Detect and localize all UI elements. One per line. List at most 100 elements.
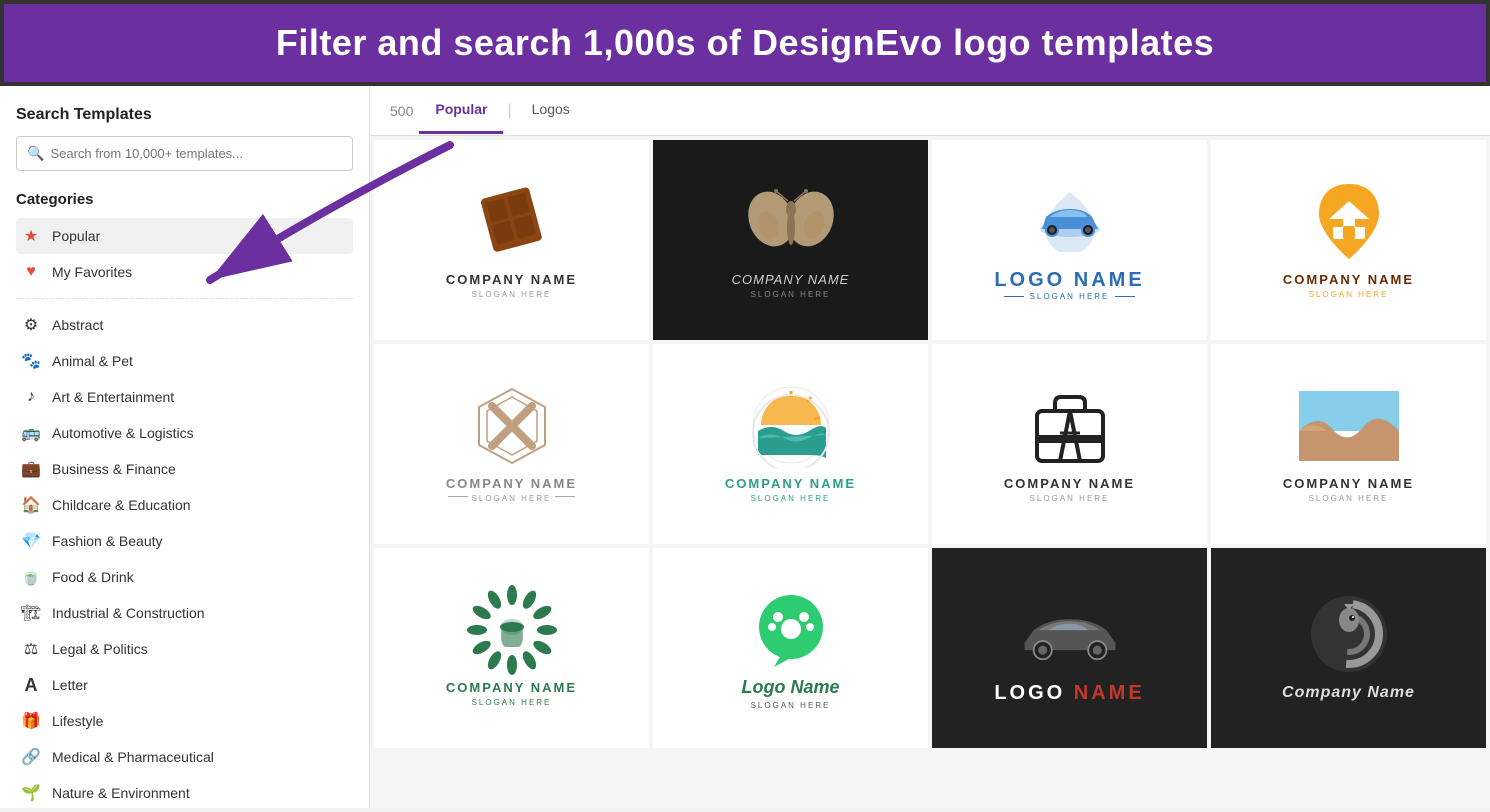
- sidebar-item-label: Lifestyle: [52, 713, 103, 729]
- sidebar-item-label: Letter: [52, 677, 88, 693]
- slogan-1: SLOGAN HERE: [446, 290, 577, 299]
- logo-text-block-12: Company Name: [1282, 684, 1415, 702]
- slogan-2: slogan here: [732, 290, 850, 299]
- logo-visual-3: [1020, 179, 1120, 259]
- art-icon: ♪: [20, 386, 42, 408]
- company-name-3: LOGO NAME: [994, 269, 1144, 292]
- sidebar: Search Templates 🔍 Categories ★ Popular …: [0, 86, 370, 808]
- business-icon: 💼: [20, 458, 42, 480]
- slogan-4: Slogan Here: [1283, 290, 1414, 299]
- company-name-12: Company Name: [1282, 684, 1415, 702]
- slogan-3: SLOGAN HERE: [994, 292, 1144, 301]
- logo-visual-8: [1299, 386, 1399, 466]
- sidebar-item-label: Industrial & Construction: [52, 605, 205, 621]
- sidebar-item-art[interactable]: ♪ Art & Entertainment: [16, 379, 353, 415]
- logo-card-1[interactable]: COMPANY NAME SLOGAN HERE: [374, 140, 649, 340]
- company-name-5: COMPANY NAME: [446, 476, 577, 491]
- logo-visual-9: [462, 590, 562, 670]
- logo-card-5[interactable]: COMPANY NAME SLOGAN HERE: [374, 344, 649, 544]
- slogan-5: SLOGAN HERE: [472, 494, 552, 503]
- fashion-icon: 💎: [20, 530, 42, 552]
- slogan-8: SLOGAN HERE: [1283, 494, 1414, 503]
- logo-text-block-3: LOGO NAME SLOGAN HERE: [994, 269, 1144, 301]
- tab-logos[interactable]: Logos: [516, 87, 586, 134]
- logo-card-7[interactable]: COMPANY NAME SLOGAN HERE: [932, 344, 1207, 544]
- header-title: Filter and search 1,000s of DesignEvo lo…: [34, 22, 1456, 64]
- logo-card-11[interactable]: LOGO NAME: [932, 548, 1207, 748]
- logo-card-8[interactable]: COMPANY NAME SLOGAN HERE: [1211, 344, 1486, 544]
- categories-title: Categories: [16, 191, 353, 208]
- tab-count: 500: [390, 103, 413, 119]
- sidebar-item-food[interactable]: 🍵 Food & Drink: [16, 559, 353, 595]
- favorites-icon: ♥: [20, 261, 42, 283]
- header-banner: Filter and search 1,000s of DesignEvo lo…: [0, 0, 1490, 86]
- logo-card-10[interactable]: Logo Name SLOGAN HERE: [653, 548, 928, 748]
- logo-text-block-1: COMPANY NAME SLOGAN HERE: [446, 272, 577, 299]
- logo-card-3[interactable]: LOGO NAME SLOGAN HERE: [932, 140, 1207, 340]
- sidebar-item-popular[interactable]: ★ Popular: [16, 218, 353, 254]
- logo-text-block-7: COMPANY NAME SLOGAN HERE: [1004, 476, 1135, 503]
- lifestyle-icon: 🎁: [20, 710, 42, 732]
- sidebar-item-legal[interactable]: ⚖ Legal & Politics: [16, 631, 353, 667]
- childcare-icon: 🏠: [20, 494, 42, 516]
- logo-visual-1: [462, 182, 562, 262]
- search-input[interactable]: [50, 146, 342, 161]
- logo-card-4[interactable]: COMPANY NAME Slogan Here: [1211, 140, 1486, 340]
- sidebar-item-business[interactable]: 💼 Business & Finance: [16, 451, 353, 487]
- sidebar-item-label: Automotive & Logistics: [52, 425, 194, 441]
- tab-divider: |: [503, 102, 515, 120]
- company-name-8: COMPANY NAME: [1283, 476, 1414, 491]
- company-name-2: COMPANY NAME: [732, 272, 850, 287]
- sidebar-item-medical[interactable]: 🔗 Medical & Pharmaceutical: [16, 739, 353, 775]
- logo-card-12[interactable]: Company Name: [1211, 548, 1486, 748]
- sidebar-item-lifestyle[interactable]: 🎁 Lifestyle: [16, 703, 353, 739]
- tabs-bar: 500 Popular | Logos: [370, 86, 1490, 136]
- logo-visual-4: [1299, 182, 1399, 262]
- industrial-icon: 🏗: [20, 602, 42, 624]
- company-name-1: COMPANY NAME: [446, 272, 577, 287]
- medical-icon: 🔗: [20, 746, 42, 768]
- tab-popular[interactable]: Popular: [419, 87, 503, 134]
- logo-card-9[interactable]: COMPANY NAME SLOGAN HERE: [374, 548, 649, 748]
- logo-card-2[interactable]: COMPANY NAME slogan here: [653, 140, 928, 340]
- logo-visual-2: [741, 182, 841, 262]
- company-name-4: COMPANY NAME: [1283, 272, 1414, 287]
- sidebar-item-fashion[interactable]: 💎 Fashion & Beauty: [16, 523, 353, 559]
- automotive-icon: 🚌: [20, 422, 42, 444]
- sidebar-item-label: Legal & Politics: [52, 641, 148, 657]
- search-box[interactable]: 🔍: [16, 136, 353, 171]
- logo-visual-6: [741, 386, 841, 466]
- sidebar-item-industrial[interactable]: 🏗 Industrial & Construction: [16, 595, 353, 631]
- sidebar-item-label: Popular: [52, 228, 100, 244]
- sidebar-item-letter[interactable]: A Letter: [16, 667, 353, 703]
- company-name-6: COMPANY NAME: [725, 476, 856, 491]
- company-name-10: Logo Name: [741, 677, 839, 698]
- company-name-11: LOGO NAME: [994, 682, 1144, 705]
- sidebar-item-favorites[interactable]: ♥ My Favorites: [16, 254, 353, 290]
- logo-card-6[interactable]: COMPANY NAME SLOGAN HERE: [653, 344, 928, 544]
- nature-icon: 🌱: [20, 782, 42, 804]
- sidebar-item-nature[interactable]: 🌱 Nature & Environment: [16, 775, 353, 808]
- logo-visual-10: [741, 587, 841, 667]
- content-area: 500 Popular | Logos: [370, 86, 1490, 808]
- sidebar-item-childcare[interactable]: 🏠 Childcare & Education: [16, 487, 353, 523]
- logo-grid: COMPANY NAME SLOGAN HERE: [370, 136, 1490, 752]
- food-icon: 🍵: [20, 566, 42, 588]
- logo-text-block-8: COMPANY NAME SLOGAN HERE: [1283, 476, 1414, 503]
- letter-icon: A: [20, 674, 42, 696]
- sidebar-title: Search Templates: [16, 106, 353, 124]
- sidebar-item-abstract[interactable]: ⚙ Abstract: [16, 307, 353, 343]
- search-icon: 🔍: [27, 145, 44, 162]
- sidebar-item-label: Childcare & Education: [52, 497, 191, 513]
- sidebar-item-label: Fashion & Beauty: [52, 533, 163, 549]
- abstract-icon: ⚙: [20, 314, 42, 336]
- logo-text-block-9: COMPANY NAME SLOGAN HERE: [446, 680, 577, 707]
- sidebar-item-label: Food & Drink: [52, 569, 134, 585]
- logo-text-block-2: COMPANY NAME slogan here: [732, 272, 850, 299]
- sidebar-item-label: Business & Finance: [52, 461, 176, 477]
- sidebar-item-automotive[interactable]: 🚌 Automotive & Logistics: [16, 415, 353, 451]
- logo-visual-11: [1020, 592, 1120, 672]
- logo-visual-7: [1020, 386, 1120, 466]
- logo-text-block-10: Logo Name SLOGAN HERE: [741, 677, 839, 710]
- sidebar-item-animal[interactable]: 🐾 Animal & Pet: [16, 343, 353, 379]
